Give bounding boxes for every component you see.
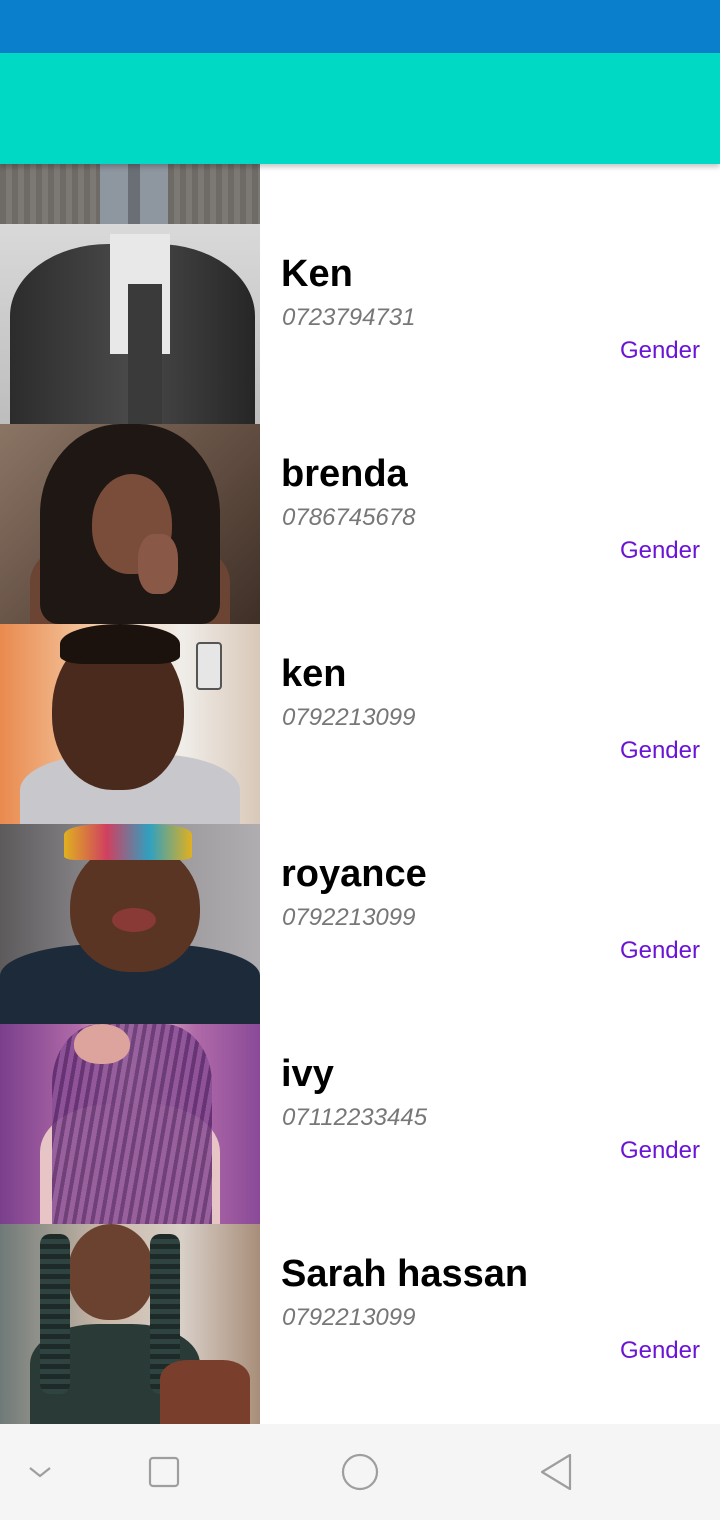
contact-photo [0,1024,260,1224]
contact-phone: 0792213099 [282,904,416,931]
contact-photo-partial[interactable] [0,164,260,224]
gender-link[interactable]: Gender [620,737,700,765]
recent-apps-icon[interactable] [140,1448,188,1496]
gender-link[interactable]: Gender [620,337,700,365]
contact-photo [0,424,260,624]
contact-name: Ken [281,253,353,295]
contact-photo [0,1224,260,1424]
contact-photo [0,224,260,424]
contact-name: Sarah hassan [281,1253,529,1295]
contact-name: ken [281,653,347,695]
gender-link[interactable]: Gender [620,1337,700,1365]
gender-link[interactable]: Gender [620,937,700,965]
contact-row[interactable]: royance 0792213099 Gender [0,824,720,1024]
contact-row[interactable]: Ken 0723794731 Gender [0,224,720,424]
contact-name: royance [281,853,427,895]
contact-list[interactable]: Ken 0723794731 Gender brenda 0786745678 … [0,164,720,1424]
contact-phone: 0792213099 [282,1304,416,1331]
contact-name: ivy [281,1053,334,1095]
contact-photo [0,624,260,824]
contact-row[interactable]: ken 0792213099 Gender [0,624,720,824]
system-nav-bar [0,1424,720,1520]
contact-phone: 0723794731 [282,304,416,331]
status-bar [0,0,720,53]
contact-photo [0,824,260,1024]
contact-row[interactable]: brenda 0786745678 Gender [0,424,720,624]
back-icon[interactable] [532,1448,580,1496]
contact-name: brenda [281,453,408,495]
chevron-down-icon[interactable] [16,1448,64,1496]
contact-phone: 0792213099 [282,704,416,731]
contact-phone: 07112233445 [282,1104,428,1131]
app-bar [0,53,720,164]
contact-row[interactable]: Sarah hassan 0792213099 Gender [0,1224,720,1424]
gender-link[interactable]: Gender [620,537,700,565]
contact-phone: 0786745678 [282,504,416,531]
contact-row[interactable]: ivy 07112233445 Gender [0,1024,720,1224]
gender-link[interactable]: Gender [620,1137,700,1165]
home-icon[interactable] [336,1448,384,1496]
